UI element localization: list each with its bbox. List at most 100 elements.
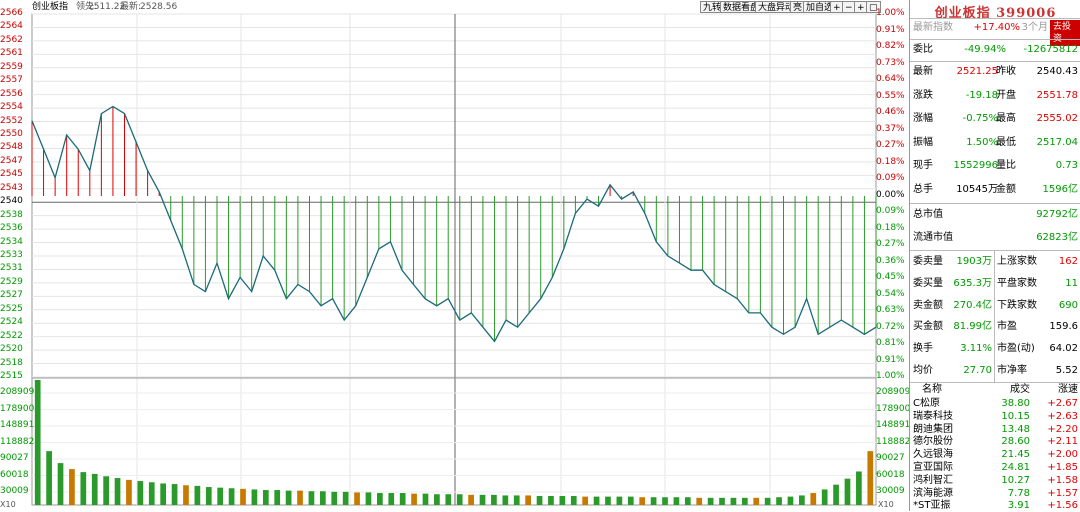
pct-tick: 0.37% (876, 123, 905, 134)
volume-tick-right: 118882 (876, 436, 911, 447)
price-tick: 2527 (0, 290, 23, 301)
quote-label-1: 最新 (913, 66, 933, 77)
price-tick: 2556 (0, 88, 23, 99)
quote-label-1: 现手 (913, 160, 933, 171)
stock-row[interactable]: C松原 38.80 +2.67 (910, 397, 1080, 410)
stock-change: +2.11 (1047, 436, 1078, 448)
pct-tick: 0.63% (876, 305, 905, 315)
footer-left: X10 (0, 500, 16, 509)
quote-row: 涨跌 -19.18 开盘 2551.78 (910, 86, 1080, 106)
stock-name: 朗迪集团 (913, 423, 953, 435)
stock-row[interactable]: 德尔股份 28.60 +2.11 (910, 435, 1080, 448)
stat-row: 买金额 81.99亿 市盈 159.6 (910, 317, 1080, 337)
pct-tick: 0.18% (876, 222, 905, 233)
volume-tick-left: 30009 (0, 486, 29, 496)
stock-change: +2.63 (1047, 410, 1078, 422)
stock-price: 3.91 (1007, 500, 1030, 512)
chart-frame (31, 13, 877, 506)
stat-value-2: 5.52 (1055, 365, 1078, 376)
volume-tick-right: 60018 (876, 469, 905, 480)
volume-tick-left: 208909 (0, 387, 35, 397)
col-name[interactable]: 名称 (922, 383, 942, 396)
pct-tick: 0.55% (876, 90, 905, 101)
quote-row: 现手 1552996 量比 0.73 (910, 156, 1080, 176)
quote-value-2: 1596亿 (1042, 183, 1078, 195)
stock-change: +2.20 (1047, 423, 1078, 435)
stock-change: +2.67 (1047, 398, 1078, 409)
price-tick: 2547 (0, 155, 23, 166)
stock-row[interactable]: 久远银海 21.45 +2.00 (910, 448, 1080, 461)
quote-label-1: 总手 (913, 183, 933, 195)
stock-price: 24.81 (1001, 462, 1030, 473)
quote-value-1: 1552996 (953, 160, 998, 171)
quote-value-1: -0.75% (962, 113, 998, 124)
period-value[interactable]: 3个月 (1014, 18, 1048, 38)
stock-row[interactable]: *ST亚振 3.91 +1.56 (910, 499, 1080, 512)
stock-change: +1.58 (1047, 474, 1078, 486)
stock-row[interactable]: 朗迪集团 13.48 +2.20 (910, 423, 1080, 436)
price-tick: 2562 (0, 34, 23, 45)
market-cap-label: 总市值 (913, 209, 943, 220)
footer-right: X10 (878, 500, 894, 509)
pct-tick: 0.91% (876, 354, 905, 365)
stat-label-2: 下跌家数 (997, 299, 1037, 311)
pct-tick: 0.91% (876, 24, 905, 35)
price-tick: 2564 (0, 21, 23, 32)
stat-value-2: 690 (1058, 299, 1078, 311)
quote-value-1: 10545万 (956, 183, 998, 195)
stock-price: 13.48 (1001, 423, 1030, 435)
pct-tick: 0.27% (876, 140, 905, 150)
stat-label-1: 委买量 (913, 277, 943, 289)
stat-value-1: 3.11% (960, 343, 992, 355)
intraday-chart[interactable]: 创业板指 领先: 2511.22 最新: 2528.56 九转 数据看盘 大盘异… (0, 0, 911, 511)
price-tick: 2550 (0, 129, 23, 139)
stock-change: +1.57 (1047, 487, 1078, 499)
latest-label: 最新: (120, 2, 142, 12)
stock-row[interactable]: 滨海能源 7.78 +1.57 (910, 487, 1080, 500)
quote-row: 振幅 1.50% 最低 2517.04 (910, 133, 1080, 153)
pct-tick: 0.36% (876, 255, 905, 266)
quote-row: 总手 10545万 金额 1596亿 (910, 180, 1080, 200)
stat-label-1: 委卖量 (913, 256, 943, 267)
col-price[interactable]: 成交 (990, 383, 1030, 396)
stock-name: 滨海能源 (913, 487, 953, 499)
pct-tick: 0.73% (876, 57, 905, 68)
performance-label: 最新指数 (913, 22, 953, 33)
chart-canvas[interactable] (0, 0, 908, 511)
volume-tick-right: 148891 (876, 420, 911, 430)
volume-tick-left: 90027 (0, 453, 29, 463)
quote-value-2: 2555.02 (1036, 113, 1078, 124)
price-line (31, 105, 877, 343)
market-cap-row: 总市值 92792亿 (910, 205, 1080, 225)
stat-row: 卖金额 270.4亿 下跌家数 690 (910, 296, 1080, 316)
stat-value-2: 64.02 (1049, 343, 1078, 355)
stat-label-2: 市净率 (997, 365, 1027, 376)
price-tick: 2533 (0, 250, 23, 260)
stock-change: +1.56 (1047, 500, 1078, 512)
stock-price: 10.15 (1001, 410, 1030, 422)
performance-value: +17.40% (973, 22, 1020, 33)
stat-label-1: 卖金额 (913, 299, 943, 311)
price-tick: 2545 (0, 169, 23, 180)
stock-row[interactable]: 瑞泰科技 10.15 +2.63 (910, 410, 1080, 423)
price-tick: 2538 (0, 209, 23, 220)
stat-label-1: 均价 (913, 365, 933, 376)
weibi-pct: -49.94% (964, 44, 1006, 55)
stock-name: C松原 (913, 398, 940, 409)
stat-row: 委卖量 1903万 上涨家数 162 (910, 252, 1080, 272)
pct-tick: 1.00% (876, 8, 905, 18)
stock-list-header: 名称 成交 涨速 (910, 383, 1080, 396)
stock-name: 鸿利智汇 (913, 474, 953, 486)
stock-name: 宣亚国际 (913, 462, 953, 473)
price-tick: 2543 (0, 182, 23, 193)
weibi-value: -12675812 (1023, 44, 1078, 55)
pct-tick: 0.72% (876, 321, 905, 332)
stat-value-1: 1903万 (956, 256, 992, 267)
quote-label-2: 金额 (996, 183, 1016, 195)
price-tick: 2554 (0, 102, 23, 113)
quote-row: 最新 2521.25 昨收 2540.43 (910, 62, 1080, 82)
col-change[interactable]: 涨速 (1034, 383, 1078, 396)
stat-value-1: 270.4亿 (953, 299, 992, 311)
stock-row[interactable]: 鸿利智汇 10.27 +1.58 (910, 474, 1080, 487)
stock-row[interactable]: 宣亚国际 24.81 +1.85 (910, 461, 1080, 474)
